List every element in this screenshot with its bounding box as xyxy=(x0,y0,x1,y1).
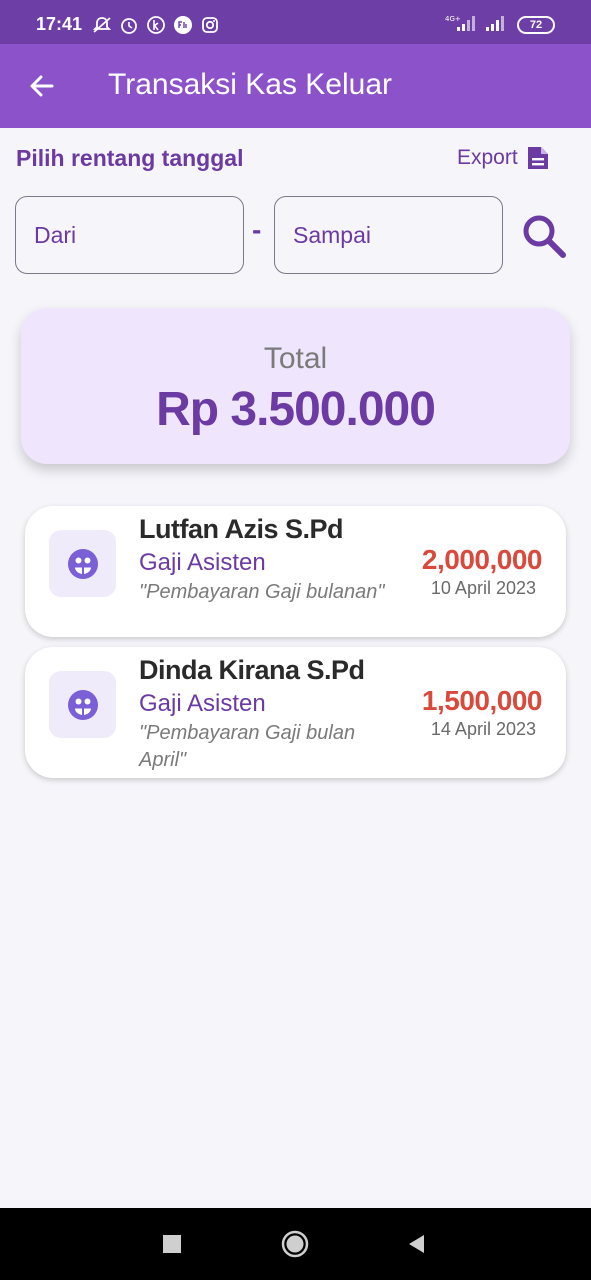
instagram-icon xyxy=(200,15,220,35)
arrow-left-icon xyxy=(30,75,54,97)
back-triangle-icon xyxy=(409,1235,424,1253)
app-bar: Transaksi Kas Keluar xyxy=(0,44,591,128)
status-right: 4G+ 72 xyxy=(445,14,555,36)
user-face-icon xyxy=(67,548,98,579)
signal-icon xyxy=(485,14,509,36)
k-app-icon xyxy=(146,15,166,35)
signal-4g-icon: 4G+ xyxy=(445,14,477,36)
status-icons xyxy=(92,15,220,35)
transaction-note: "Pembayaran Gaji bulanan" xyxy=(139,581,385,603)
total-label: Total xyxy=(263,342,328,375)
home-circle-icon xyxy=(281,1230,309,1258)
transaction-amount: 1,500,000 xyxy=(421,685,543,716)
transaction-date: 10 April 2023 xyxy=(430,578,536,598)
svg-text:4G+: 4G+ xyxy=(445,15,461,23)
export-button[interactable]: Export xyxy=(457,145,550,171)
transaction-note: "Pembayaran Gaji bulan April" xyxy=(139,722,356,771)
avatar xyxy=(49,530,116,597)
recents-square-icon xyxy=(163,1235,181,1253)
avatar xyxy=(49,671,116,738)
transaction-name: Dinda Kirana S.Pd xyxy=(139,655,365,685)
system-nav-bar xyxy=(0,1208,591,1280)
flip-app-icon xyxy=(173,15,193,35)
page-title: Transaksi Kas Keluar xyxy=(108,68,393,101)
date-separator: - xyxy=(252,214,262,245)
total-value: Rp 3.500.000 xyxy=(156,383,436,436)
user-face-icon xyxy=(67,689,98,720)
transaction-category: Gaji Asisten xyxy=(139,549,266,576)
date-range-label: Pilih rentang tanggal xyxy=(16,145,244,171)
battery-indicator: 72 xyxy=(517,16,555,34)
total-card: Total Rp 3.500.000 xyxy=(21,308,570,464)
transaction-card[interactable]: Dinda Kirana S.Pd Gaji Asisten "Pembayar… xyxy=(25,647,566,778)
transaction-card[interactable]: Lutfan Azis S.Pd Gaji Asisten "Pembayara… xyxy=(25,506,566,637)
search-icon xyxy=(523,215,566,258)
notifications-off-icon xyxy=(92,15,112,35)
status-bar: 17:41 4G+ 72 xyxy=(0,0,591,44)
file-document-icon xyxy=(527,147,548,169)
status-time: 17:41 xyxy=(36,14,83,34)
back-button[interactable] xyxy=(22,66,62,106)
alarm-icon xyxy=(119,15,139,35)
transaction-amount: 2,000,000 xyxy=(421,544,543,575)
back-nav-button[interactable] xyxy=(400,1228,432,1260)
export-label: Export xyxy=(457,146,518,169)
home-button[interactable] xyxy=(279,1228,311,1260)
search-button[interactable] xyxy=(518,210,570,262)
transaction-date: 14 April 2023 xyxy=(430,719,536,739)
date-to-input[interactable]: Sampai xyxy=(274,196,503,274)
date-from-input[interactable]: Dari xyxy=(15,196,244,274)
transaction-name: Lutfan Azis S.Pd xyxy=(139,514,344,544)
transaction-category: Gaji Asisten xyxy=(139,690,266,717)
recents-button[interactable] xyxy=(156,1228,188,1260)
